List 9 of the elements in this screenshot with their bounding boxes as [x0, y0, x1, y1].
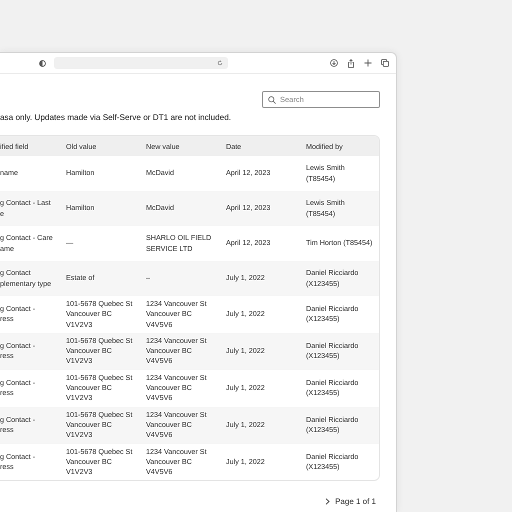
- search-icon: [268, 96, 276, 104]
- plus-icon[interactable]: [364, 59, 372, 67]
- tabs-icon[interactable]: [381, 59, 389, 67]
- reload-icon[interactable]: [217, 60, 223, 66]
- share-icon[interactable]: [347, 58, 355, 68]
- info-text: asa only. Updates made via Self-Serve or DT1 are not included.: [0, 113, 232, 124]
- page-label: Page 1 of 1: [335, 497, 376, 506]
- chevron-right-icon[interactable]: [325, 498, 330, 506]
- download-icon[interactable]: [330, 59, 338, 67]
